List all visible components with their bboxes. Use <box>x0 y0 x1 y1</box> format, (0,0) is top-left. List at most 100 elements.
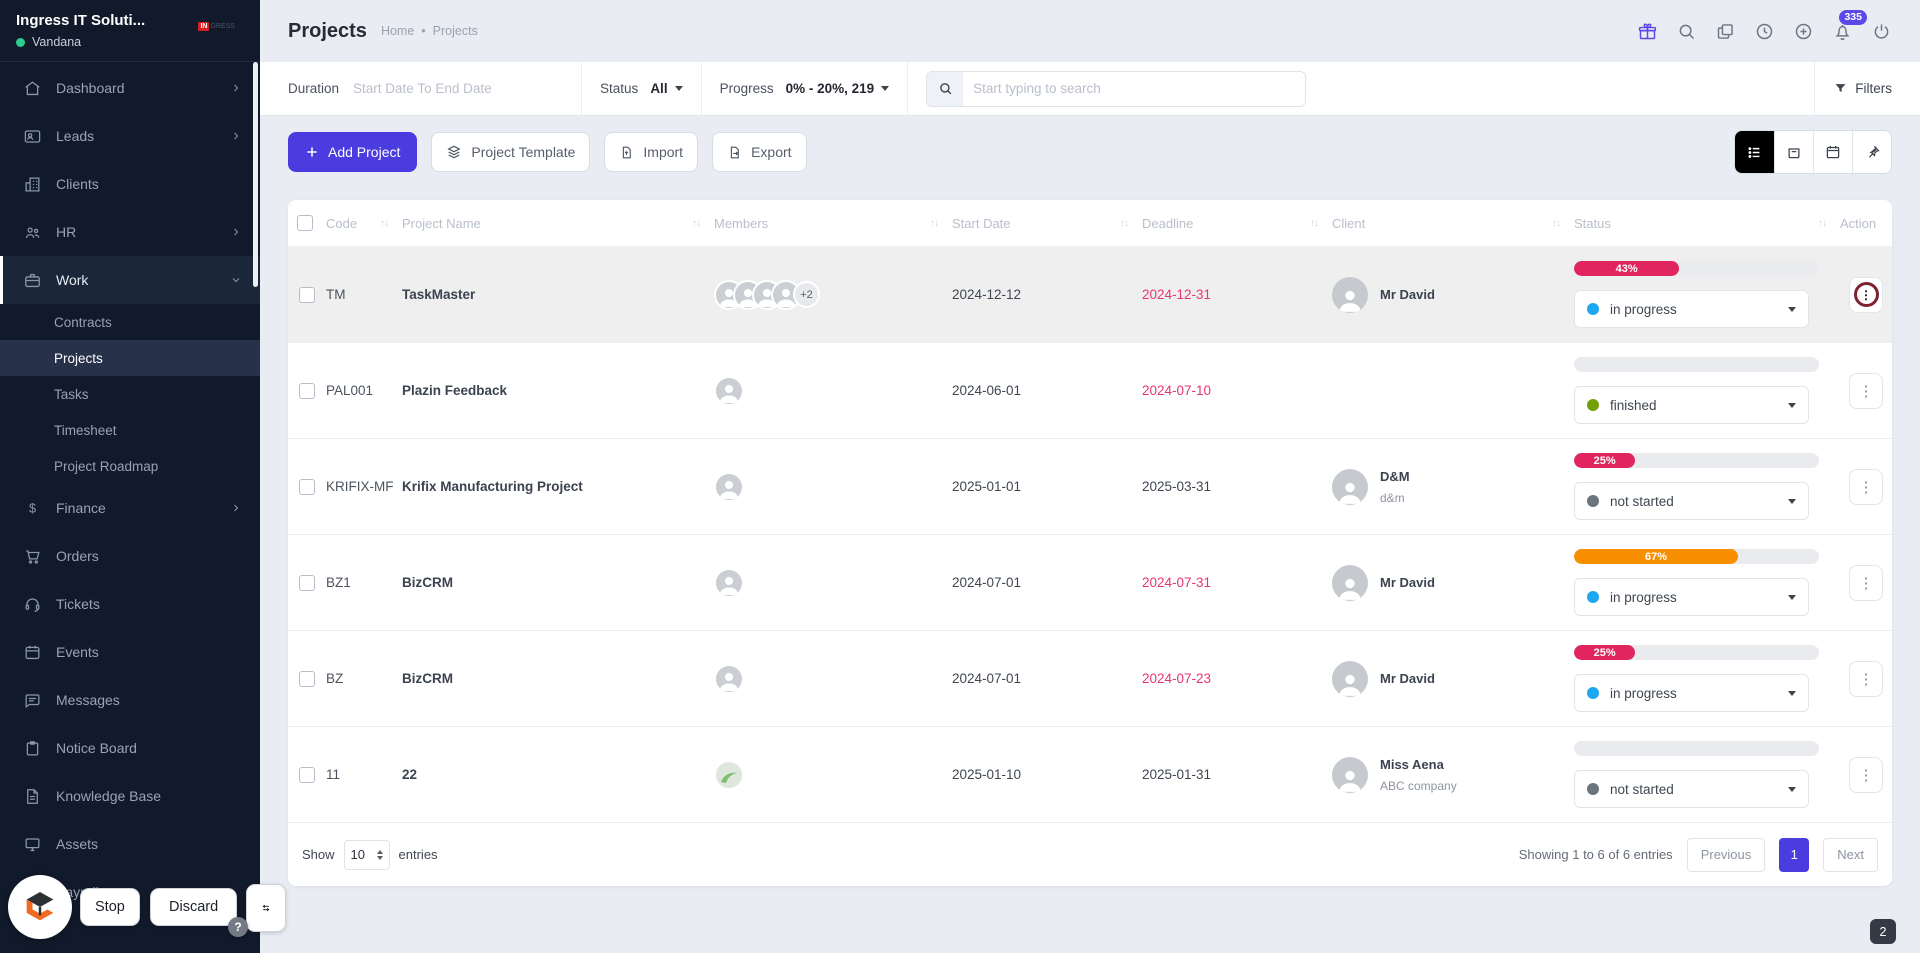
sidebar-item-project-roadmap[interactable]: Project Roadmap <box>0 448 260 484</box>
help-button[interactable]: ? <box>228 917 248 937</box>
status-dropdown[interactable]: not started <box>1574 770 1809 808</box>
project-name[interactable]: TaskMaster <box>402 287 714 302</box>
client-name[interactable]: Mr David <box>1380 287 1435 302</box>
sidebar-item-orders[interactable]: Orders <box>0 532 260 580</box>
add-project-button[interactable]: Add Project <box>288 132 418 172</box>
sidebar-header[interactable]: Ingress IT Soluti... Vandana IN GRESS <box>0 0 260 62</box>
sort-icon[interactable]: ↑↓ <box>1552 218 1570 229</box>
sort-icon[interactable]: ↑↓ <box>380 218 398 229</box>
list-view-button[interactable] <box>1735 131 1774 173</box>
client-avatar[interactable] <box>1332 660 1368 697</box>
sidebar-item-tickets[interactable]: Tickets <box>0 580 260 628</box>
sidebar-item-contracts[interactable]: Contracts <box>0 304 260 340</box>
clock-icon[interactable] <box>1753 20 1775 42</box>
row-actions-button[interactable]: ⋮ <box>1849 660 1883 697</box>
sidebar-item-timesheet[interactable]: Timesheet <box>0 412 260 448</box>
next-page-button[interactable]: Next <box>1823 837 1878 872</box>
search-input[interactable] <box>963 81 1306 96</box>
status-dropdown[interactable]: in progress <box>1574 578 1809 616</box>
member-avatar[interactable] <box>714 471 744 502</box>
import-button[interactable]: Import <box>604 132 699 172</box>
discard-button[interactable]: Discard <box>150 888 238 926</box>
row-checkbox[interactable] <box>299 286 315 303</box>
sort-icon[interactable]: ↑↓ <box>1120 218 1138 229</box>
col-members[interactable]: Members ↑↓ <box>714 200 952 246</box>
archive-view-button[interactable] <box>1774 131 1813 173</box>
breadcrumb-home[interactable]: Home <box>381 24 414 38</box>
row-checkbox[interactable] <box>299 670 315 687</box>
duration-input[interactable] <box>353 81 564 96</box>
project-name[interactable]: BizCRM <box>402 575 714 590</box>
col-project-name[interactable]: Project Name ↑↓ <box>402 200 714 246</box>
client-avatar[interactable] <box>1332 564 1368 601</box>
member-avatar[interactable] <box>714 375 744 406</box>
sidebar-item-clients[interactable]: Clients <box>0 160 260 208</box>
client-avatar[interactable] <box>1332 756 1368 793</box>
row-actions-button[interactable]: ⋮ <box>1849 564 1883 601</box>
calendar-view-button[interactable] <box>1813 131 1852 173</box>
status-dropdown[interactable]: in progress <box>1574 290 1809 328</box>
pin-view-button[interactable] <box>1852 131 1891 173</box>
row-actions-button[interactable]: ⋮ <box>1849 756 1883 793</box>
table-row[interactable]: BZ1 BizCRM 2024-07-01 2024-07-31 Mr Davi… <box>288 534 1892 630</box>
plus-circle-icon[interactable] <box>1792 20 1814 42</box>
recorder-logo-badge[interactable] <box>8 875 72 939</box>
col-start-date[interactable]: Start Date ↑↓ <box>952 200 1142 246</box>
sort-icon[interactable]: ↑↓ <box>930 218 948 229</box>
client-name[interactable]: Mr David <box>1380 671 1435 686</box>
project-name[interactable]: 22 <box>402 767 714 782</box>
client-name[interactable]: Miss Aena <box>1380 757 1457 772</box>
member-avatar[interactable] <box>714 567 744 598</box>
current-page-button[interactable]: 1 <box>1779 837 1810 872</box>
table-row[interactable]: PAL001 Plazin Feedback 2024-06-01 2024-0… <box>288 342 1892 438</box>
client-avatar[interactable] <box>1332 276 1368 313</box>
progress-filter-dropdown[interactable]: 0% - 20%, 219 <box>786 81 890 96</box>
sidebar-item-hr[interactable]: HR <box>0 208 260 256</box>
sidebar-item-work[interactable]: Work <box>0 256 260 304</box>
member-avatar[interactable] <box>714 759 744 790</box>
page-size-select[interactable]: 10 <box>343 839 390 870</box>
status-dropdown[interactable]: not started <box>1574 482 1809 520</box>
sort-icon[interactable]: ↑↓ <box>692 218 710 229</box>
row-checkbox[interactable] <box>299 382 315 399</box>
sidebar-item-dashboard[interactable]: Dashboard <box>0 64 260 112</box>
sidebar-item-notice-board[interactable]: Notice Board <box>0 724 260 772</box>
table-row[interactable]: TM TaskMaster +2 2024-12-12 2024-12-31 M… <box>288 246 1892 342</box>
sidebar-item-projects[interactable]: Projects <box>0 340 260 376</box>
sidebar-item-leads[interactable]: Leads <box>0 112 260 160</box>
client-name[interactable]: D&M <box>1380 469 1410 484</box>
col-code[interactable]: Code ↑↓ <box>326 200 402 246</box>
export-button[interactable]: Export <box>712 132 807 172</box>
col-status[interactable]: Status ↑↓ <box>1574 200 1840 246</box>
client-avatar[interactable] <box>1332 468 1368 505</box>
table-row[interactable]: BZ BizCRM 2024-07-01 2024-07-23 Mr David… <box>288 630 1892 726</box>
swap-arrows-button[interactable] <box>246 884 286 932</box>
table-row[interactable]: 11 22 2025-01-10 2025-01-31 Miss Aena AB… <box>288 726 1892 822</box>
row-actions-button[interactable]: ⋮ <box>1849 276 1883 313</box>
project-name[interactable]: Krifix Manufacturing Project <box>402 479 714 494</box>
row-actions-button[interactable]: ⋮ <box>1849 372 1883 409</box>
sidebar-item-messages[interactable]: Messages <box>0 676 260 724</box>
client-name[interactable]: Mr David <box>1380 575 1435 590</box>
row-actions-button[interactable]: ⋮ <box>1849 468 1883 505</box>
sort-icon[interactable]: ↑↓ <box>1818 218 1836 229</box>
filters-button[interactable]: Filters <box>1833 81 1892 96</box>
sort-icon[interactable]: ↑↓ <box>1310 218 1328 229</box>
status-dropdown[interactable]: finished <box>1574 386 1809 424</box>
member-avatar[interactable] <box>714 663 744 694</box>
search-icon[interactable] <box>1675 20 1697 42</box>
row-checkbox[interactable] <box>299 478 315 495</box>
project-name[interactable]: Plazin Feedback <box>402 383 714 398</box>
row-checkbox[interactable] <box>299 766 315 783</box>
sidebar-item-finance[interactable]: $ Finance <box>0 484 260 532</box>
notes-icon[interactable] <box>1714 20 1736 42</box>
sidebar-item-events[interactable]: Events <box>0 628 260 676</box>
sidebar-item-tasks[interactable]: Tasks <box>0 376 260 412</box>
status-dropdown[interactable]: in progress <box>1574 674 1809 712</box>
row-checkbox[interactable] <box>299 574 315 591</box>
previous-page-button[interactable]: Previous <box>1686 837 1766 872</box>
sidebar-scrollbar[interactable] <box>253 62 258 287</box>
status-filter-dropdown[interactable]: All <box>650 81 683 96</box>
select-all-checkbox[interactable] <box>297 215 313 231</box>
col-deadline[interactable]: Deadline ↑↓ <box>1142 200 1332 246</box>
